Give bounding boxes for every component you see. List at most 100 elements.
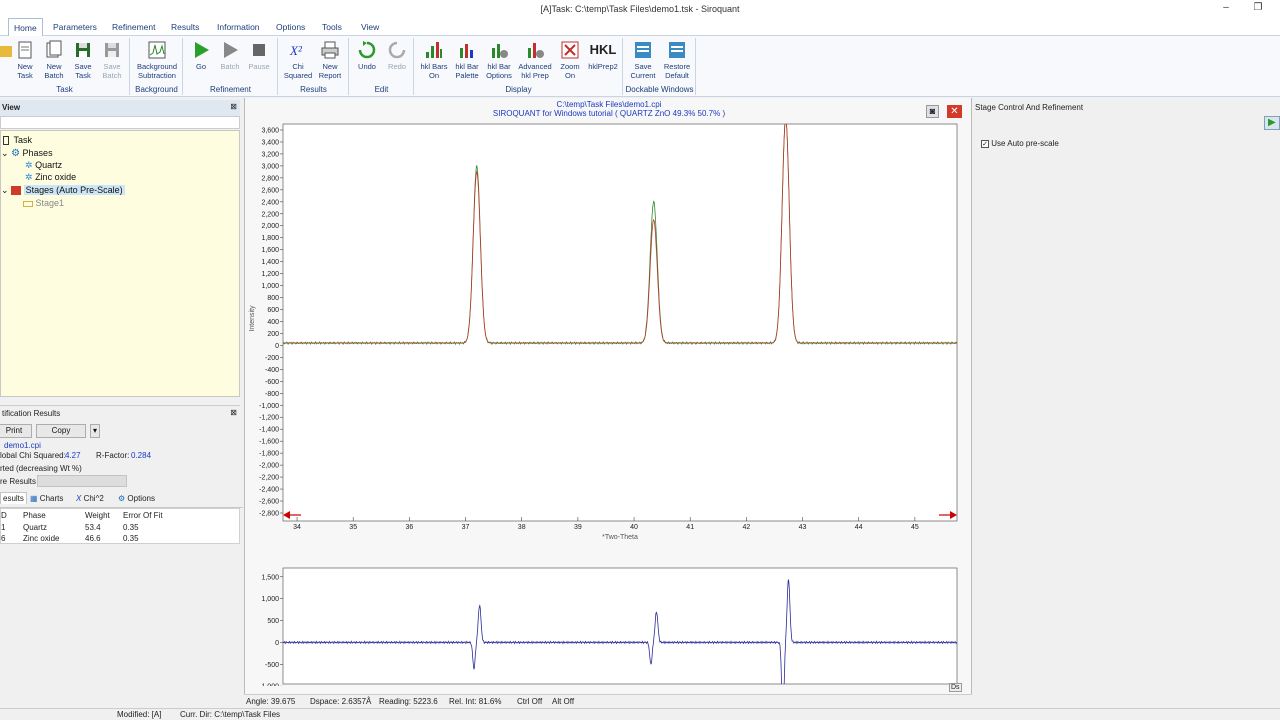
- expand-chevron-icon[interactable]: ⌄: [1, 148, 9, 158]
- restore-default-button[interactable]: Restore Default: [661, 40, 693, 80]
- table-cell: 0.35: [123, 523, 139, 532]
- status-reading: Reading: 5223.6: [379, 697, 438, 706]
- save-task-button[interactable]: Save Task: [70, 40, 96, 80]
- menu-view[interactable]: View: [361, 22, 379, 32]
- new-task-button[interactable]: New Task: [12, 40, 38, 80]
- y-tick-label: -2,000: [259, 463, 279, 470]
- menu-parameters[interactable]: Parameters: [53, 22, 97, 32]
- save-current-button[interactable]: Save Current: [627, 40, 659, 80]
- dockable-group: Save Current Restore Default Dockable Wi…: [624, 38, 696, 95]
- hkl-bar-palette-button[interactable]: hkl Bar Palette: [452, 40, 482, 80]
- table-header: Phase: [23, 511, 46, 520]
- options-gear-icon: ⚙: [118, 494, 126, 503]
- charts-icon: ▦: [30, 494, 38, 503]
- tab-charts[interactable]: ▦ Charts: [30, 494, 63, 503]
- copy-dropdown-button[interactable]: ▾: [90, 424, 100, 438]
- y-tick-label: -2,600: [259, 499, 279, 506]
- refinement-group-label: Refinement: [210, 85, 251, 94]
- pane-close-icon[interactable]: ⊠: [230, 102, 237, 111]
- chart-settings-icon[interactable]: ◙: [926, 105, 939, 118]
- copy-button[interactable]: Copy: [36, 424, 86, 438]
- table-cell: 46.6: [85, 534, 101, 543]
- auto-prescale-checkbox[interactable]: ✓: [981, 139, 989, 148]
- difference-chart[interactable]: 1,500 1,000 500 0 -500 -1,000: [245, 566, 973, 686]
- menu-home[interactable]: Home: [8, 18, 43, 37]
- chart-file-path: C:\temp\Task Files\demo1.cpi: [556, 100, 662, 109]
- more-results-label: re Results: [0, 477, 37, 486]
- results-pane-header: tification Results ⊠: [0, 405, 240, 421]
- table-cell: Zinc oxide: [23, 534, 60, 543]
- auto-prescale-option[interactable]: ✓ Use Auto pre-scale: [981, 139, 1059, 148]
- redo-icon: [388, 41, 406, 59]
- tab-chi2[interactable]: X Chi^2: [76, 494, 104, 503]
- chi-squared-icon: X²: [289, 43, 303, 58]
- go-button[interactable]: Go: [188, 40, 214, 72]
- ds-toggle[interactable]: Ds: [949, 683, 962, 692]
- run-arrow-icon: ▶: [1268, 117, 1276, 128]
- tree-node-zinc-oxide[interactable]: ✲ Zinc oxide: [25, 172, 76, 183]
- undo-button[interactable]: Undo: [353, 40, 381, 72]
- y-tick-label: -1,200: [259, 415, 279, 422]
- status-angle: Angle: 39.675: [246, 697, 296, 706]
- chart-close-icon[interactable]: ✕: [947, 105, 962, 118]
- results-pane-title: tification Results: [2, 409, 61, 418]
- new-report-button[interactable]: New Report: [315, 40, 345, 80]
- y-tick-label: 3,000: [261, 163, 279, 170]
- hkl-bar-options-button[interactable]: hkl Bar Options: [484, 40, 514, 80]
- tab-options[interactable]: ⚙ Options: [118, 494, 155, 503]
- y-tick-label: -500: [265, 662, 279, 669]
- background-group-label: Background: [135, 85, 178, 94]
- expand-chevron-icon[interactable]: ⌄: [1, 185, 9, 195]
- run-stage-button[interactable]: ▶: [1264, 116, 1280, 130]
- quartz-phase-icon: ✲: [25, 160, 33, 170]
- x-tick-label: 45: [911, 524, 919, 531]
- task-group: New Task New Batch Save Task Save Batch …: [0, 38, 130, 95]
- batch-play-icon: [224, 42, 238, 58]
- zoom-on-button[interactable]: Zoom On: [556, 40, 584, 80]
- tree-node-phases[interactable]: ⌄ ⚙ Phases: [1, 148, 53, 159]
- new-document-icon: [18, 41, 32, 59]
- menu-tools[interactable]: Tools: [322, 22, 342, 32]
- pane-close-icon[interactable]: ⊠: [230, 408, 237, 417]
- advanced-hkl-prep-button[interactable]: Advanced hkl Prep: [516, 40, 554, 80]
- hkl-bars-button[interactable]: hkl Bars On: [418, 40, 450, 80]
- display-group: hkl Bars On hkl Bar Palette hkl Bar Opti…: [415, 38, 623, 95]
- new-batch-button[interactable]: New Batch: [40, 40, 68, 80]
- main-chart[interactable]: 3,600 3,400 3,200 3,000 2,800 2,600 2,400 2,200…: [245, 120, 973, 560]
- hklprep2-button[interactable]: HKL hklPrep2: [586, 40, 620, 72]
- open-button[interactable]: [0, 40, 12, 63]
- bar-options-icon: [492, 44, 508, 58]
- restore-icon[interactable]: ❐: [1250, 2, 1266, 13]
- y-tick-label: -2,400: [259, 487, 279, 494]
- more-results-select[interactable]: [37, 475, 127, 487]
- y-tick-label: -1,600: [259, 439, 279, 446]
- y-tick-label: -2,200: [259, 475, 279, 482]
- menu-refinement[interactable]: Refinement: [112, 22, 155, 32]
- background-subtraction-button[interactable]: Background Subtraction: [133, 40, 181, 80]
- y-tick-label: 3,400: [261, 139, 279, 146]
- redo-button[interactable]: Redo: [383, 40, 411, 72]
- minimize-icon[interactable]: –: [1218, 2, 1234, 13]
- menu-options[interactable]: Options: [276, 22, 305, 32]
- menu-information[interactable]: Information: [217, 22, 260, 32]
- print-button[interactable]: Print: [0, 424, 32, 438]
- tab-results[interactable]: esults: [0, 492, 27, 504]
- play-icon: [195, 42, 209, 58]
- dockable-group-label: Dockable Windows: [625, 85, 694, 94]
- printer-icon: [321, 41, 339, 59]
- y-tick-label: -2,800: [259, 511, 279, 518]
- y-tick-label: 3,600: [261, 127, 279, 134]
- y-tick-label: 800: [267, 295, 279, 302]
- menu-results[interactable]: Results: [171, 22, 199, 32]
- tree-node-task[interactable]: Task: [3, 135, 32, 146]
- pause-button[interactable]: Pause: [246, 40, 272, 72]
- status-ctrl: Ctrl Off: [517, 697, 543, 706]
- tree-node-quartz[interactable]: ✲ Quartz: [25, 160, 62, 171]
- tree-node-stages[interactable]: ⌄ Stages (Auto Pre-Scale): [1, 185, 125, 196]
- palette-icon: [460, 44, 473, 58]
- tree-node-stage1[interactable]: Stage1: [23, 198, 64, 208]
- save-batch-button[interactable]: Save Batch: [98, 40, 126, 80]
- y-tick-label: 1,200: [261, 271, 279, 278]
- chi-squared-button[interactable]: X² Chi Squared: [283, 40, 313, 80]
- batch-button[interactable]: Batch: [217, 40, 243, 72]
